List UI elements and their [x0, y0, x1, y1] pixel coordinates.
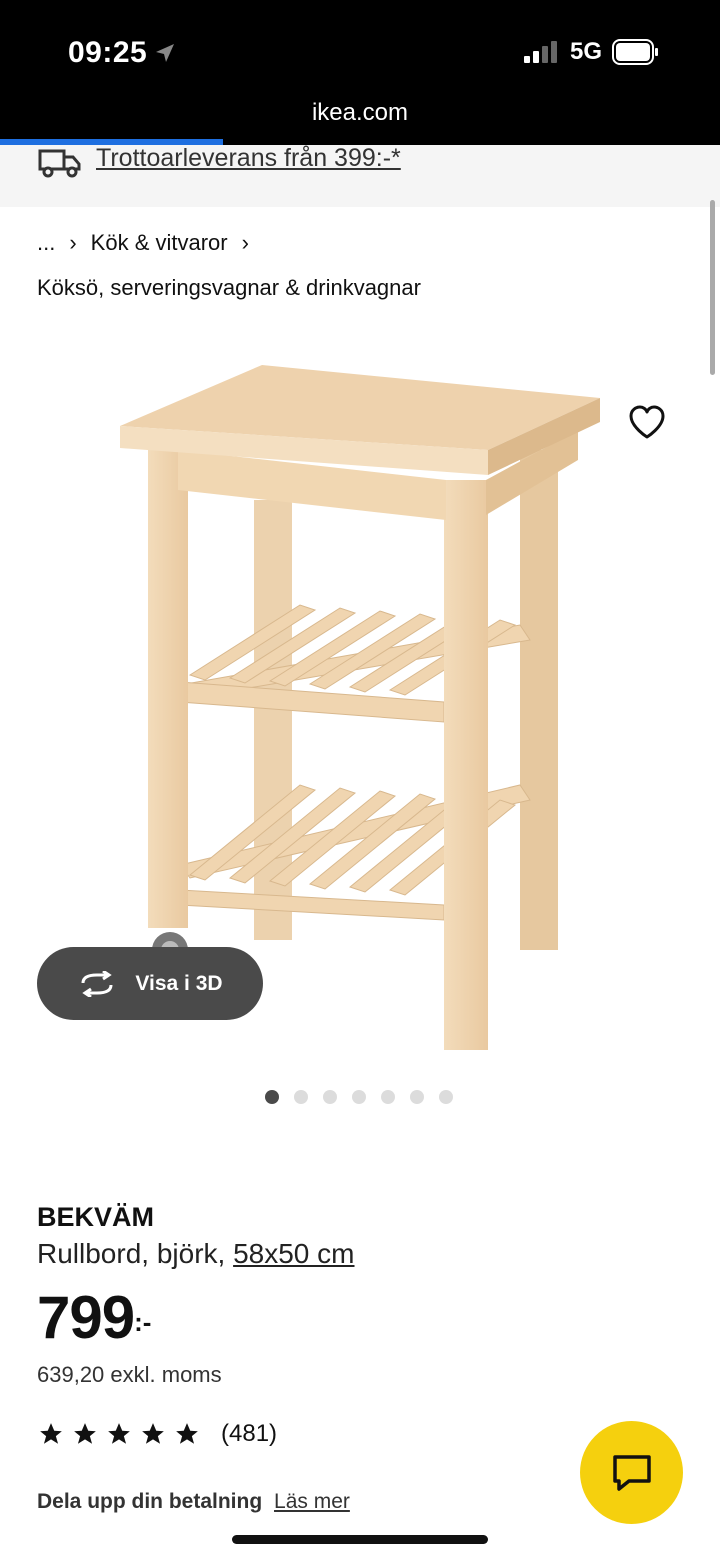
view-3d-button[interactable]: Visa i 3D [37, 947, 263, 1020]
breadcrumb-item-current[interactable]: Köksö, serveringsvagnar & drinkvagnar [37, 275, 421, 301]
breadcrumb: ... › Kök & vitvaror › [37, 230, 249, 256]
chat-icon [612, 1454, 651, 1491]
network-type: 5G [569, 38, 602, 65]
battery-icon [612, 39, 658, 65]
rotate-3d-icon [81, 970, 113, 997]
signal-icon [523, 41, 557, 63]
breadcrumb-ellipsis[interactable]: ... [37, 230, 55, 256]
gallery-dot[interactable] [294, 1090, 308, 1104]
price-excl-vat: 639,20 exkl. moms [37, 1362, 222, 1387]
address-bar-url[interactable]: ikea.com [0, 99, 720, 127]
star-icon [40, 1423, 62, 1444]
star-icon [108, 1423, 130, 1444]
clock-time: 09:25 [68, 36, 148, 69]
location-arrow-icon [156, 44, 175, 62]
product-size-link[interactable]: 58x50 cm [233, 1238, 354, 1269]
gallery-dot[interactable] [265, 1090, 279, 1104]
gallery-dot[interactable] [439, 1090, 453, 1104]
status-indicators: 5G [523, 38, 660, 66]
truck-icon [38, 149, 81, 178]
gallery-pagination [265, 1090, 453, 1104]
product-description: Rullbord, björk, 58x50 cm [37, 1238, 355, 1270]
delivery-link[interactable]: Trottoarleverans från 399:-* [96, 144, 401, 173]
delivery-banner[interactable]: Trottoarleverans från 399:-* [0, 144, 720, 207]
star-icon [142, 1423, 164, 1444]
heart-icon[interactable] [626, 402, 668, 444]
chevron-right-icon: › [69, 230, 77, 255]
read-more-link[interactable]: Läs mer [274, 1490, 350, 1513]
product-rating[interactable]: (481) [37, 1420, 277, 1448]
gallery-dot[interactable] [381, 1090, 395, 1104]
product-type: Rullbord, björk, [37, 1238, 226, 1269]
product-name: BEKVÄM [37, 1202, 155, 1232]
gallery-dot[interactable] [323, 1090, 337, 1104]
view-3d-label: Visa i 3D [135, 971, 223, 995]
review-count[interactable]: (481) [221, 1420, 277, 1448]
chevron-right-icon: › [241, 230, 249, 255]
status-bar: 09:25 5G ikea.com [0, 0, 720, 145]
home-indicator[interactable] [232, 1535, 488, 1544]
price-value: 799 [37, 1284, 135, 1351]
star-icon [176, 1423, 198, 1444]
clock: 09:25 [68, 36, 177, 70]
star-icon [74, 1423, 96, 1444]
installment-text: Dela upp din betalning [37, 1490, 263, 1513]
chat-button[interactable] [580, 1421, 683, 1524]
product-price: 799 :- [37, 1283, 151, 1353]
breadcrumb-item-kitchen[interactable]: Kök & vitvaror [91, 230, 228, 256]
gallery-dot[interactable] [410, 1090, 424, 1104]
price-suffix: :- [134, 1307, 152, 1337]
installment-info: Dela upp din betalning Läs mer [37, 1490, 350, 1514]
gallery-dot[interactable] [352, 1090, 366, 1104]
